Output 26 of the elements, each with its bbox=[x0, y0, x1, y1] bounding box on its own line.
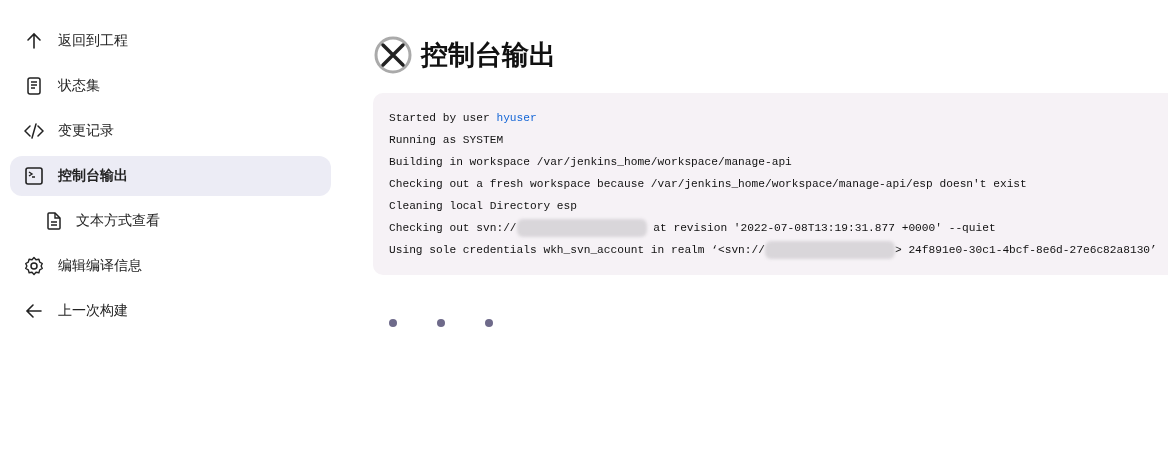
arrow-up-icon bbox=[24, 31, 44, 51]
sidebar-item[interactable]: 控制台输出 bbox=[10, 156, 331, 196]
console-text: Running as SYSTEM bbox=[389, 134, 504, 146]
terminal-icon bbox=[24, 166, 44, 186]
sidebar-item[interactable]: 编辑编译信息 bbox=[10, 246, 331, 286]
sidebar-item[interactable]: 变更记录 bbox=[10, 111, 331, 151]
console-text: Checking out svn:// bbox=[389, 222, 517, 234]
user-link[interactable]: hyuser bbox=[496, 112, 537, 124]
sidebar-item[interactable]: 返回到工程 bbox=[10, 21, 331, 61]
console-text: > 24f891e0-30c1-4bcf-8e6d-27e6c82a8130’ bbox=[894, 244, 1157, 256]
gear-icon bbox=[24, 256, 44, 276]
console-text: Building in workspace /var/jenkins_home/workspace/manage-api bbox=[389, 156, 792, 168]
console-text: Started by user bbox=[389, 112, 491, 124]
console-text: at revision '2022-07-08T13:19:31.877 +0000' --quiet bbox=[652, 222, 996, 234]
page-title: 控制台输出 bbox=[421, 38, 556, 72]
file-icon bbox=[44, 211, 64, 231]
document-icon bbox=[24, 76, 44, 96]
aborted-status-icon bbox=[373, 35, 413, 75]
code-icon bbox=[24, 121, 44, 141]
console-text: Cleaning local Directory esp bbox=[389, 200, 577, 212]
console-text: Using sole credentials wkh_svn_account in realm ‘<svn:// bbox=[389, 244, 765, 256]
sidebar-item[interactable]: 上一次构建 bbox=[10, 291, 331, 331]
console-text: Checking out a fresh workspace because /var/jenkins_home/workspace/manage-api/esp doesn't exist bbox=[389, 178, 1027, 190]
arrow-left-icon bbox=[24, 301, 44, 321]
sidebar-item[interactable]: 文本方式查看 bbox=[10, 201, 331, 241]
sidebar-item[interactable]: 状态集 bbox=[10, 66, 331, 106]
